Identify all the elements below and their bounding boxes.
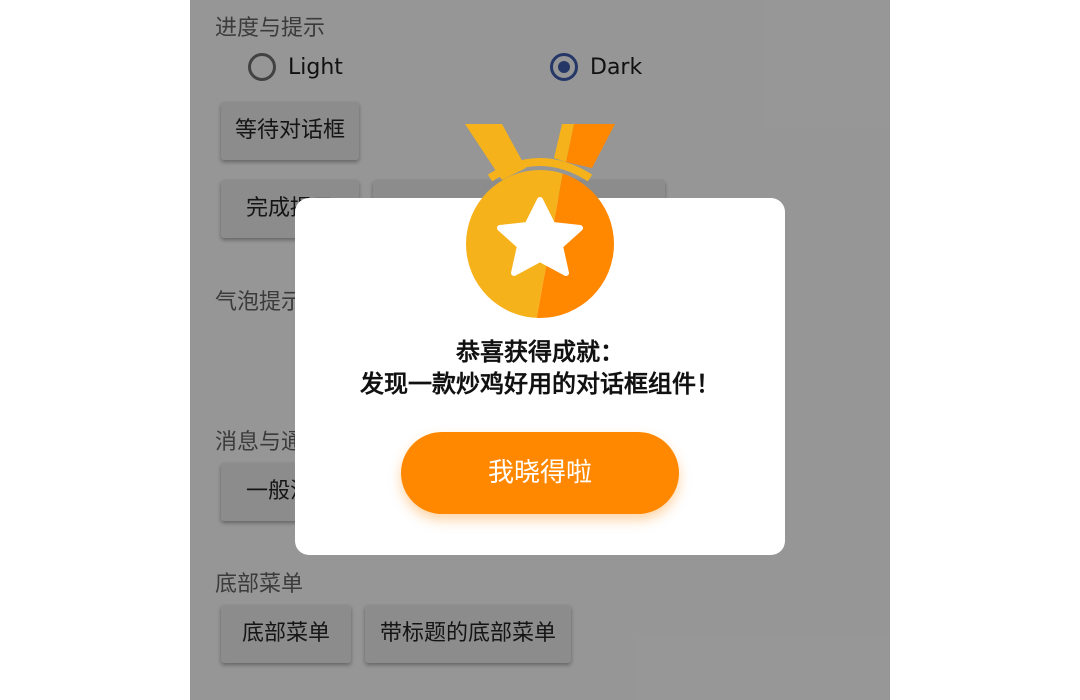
dialog-title-line1: 恭喜获得成就： [456,337,624,366]
medal-icon [462,122,618,322]
dialog-title-line2: 发现一款炒鸡好用的对话框组件！ [360,369,720,398]
confirm-button[interactable]: 我晓得啦 [401,432,679,514]
